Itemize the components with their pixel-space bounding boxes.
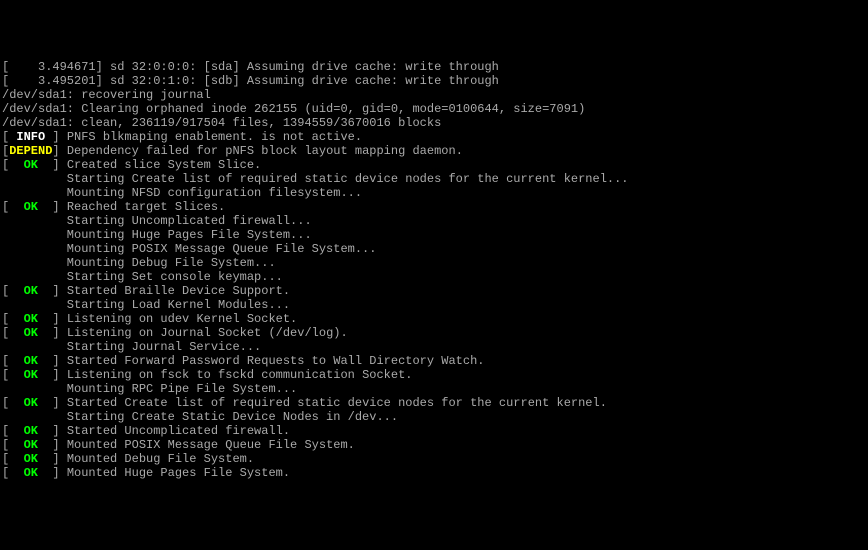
console-line: Starting Journal Service... (2, 340, 866, 354)
console-segment: Starting Create list of required static … (2, 172, 629, 186)
console-line: [ OK ] Created slice System Slice. (2, 158, 866, 172)
console-segment: [ (2, 158, 24, 172)
console-line: Starting Create list of required static … (2, 172, 866, 186)
console-segment: ] Started Uncomplicated firewall. (38, 424, 290, 438)
console-segment: DEPEND (9, 144, 52, 158)
console-segment: ] Reached target Slices. (38, 200, 225, 214)
console-segment: Starting Set console keymap... (2, 270, 283, 284)
console-line: [ OK ] Started Braille Device Support. (2, 284, 866, 298)
console-line: Mounting RPC Pipe File System... (2, 382, 866, 396)
console-segment: ] PNFS blkmaping enablement. is not acti… (45, 130, 362, 144)
console-segment: [ (2, 354, 24, 368)
console-line: [ 3.494671] sd 32:0:0:0: [sda] Assuming … (2, 60, 866, 74)
console-segment: OK (24, 466, 38, 480)
console-segment: /dev/sda1: recovering journal (2, 88, 211, 102)
console-segment: Mounting Huge Pages File System... (2, 228, 312, 242)
console-segment: Starting Journal Service... (2, 340, 261, 354)
console-line: [ OK ] Reached target Slices. (2, 200, 866, 214)
boot-console: [ 3.494671] sd 32:0:0:0: [sda] Assuming … (2, 60, 866, 480)
console-segment: Mounting POSIX Message Queue File System… (2, 242, 376, 256)
console-segment: ] Started Create list of required static… (38, 396, 607, 410)
console-line: [ OK ] Listening on fsck to fsckd commun… (2, 368, 866, 382)
console-segment: Mounting RPC Pipe File System... (2, 382, 297, 396)
console-line: [ OK ] Started Forward Password Requests… (2, 354, 866, 368)
console-segment: [ (2, 284, 24, 298)
console-line: Starting Create Static Device Nodes in /… (2, 410, 866, 424)
console-segment: OK (24, 368, 38, 382)
console-segment: ] Started Forward Password Requests to W… (38, 354, 484, 368)
console-segment: [ 3.494671] sd 32:0:0:0: [sda] Assuming … (2, 60, 499, 74)
console-segment: ] Mounted POSIX Message Queue File Syste… (38, 438, 355, 452)
console-segment: ] Listening on Journal Socket (/dev/log)… (38, 326, 348, 340)
console-segment: [ (2, 452, 24, 466)
console-line: [ OK ] Mounted Debug File System. (2, 452, 866, 466)
console-line: /dev/sda1: clean, 236119/917504 files, 1… (2, 116, 866, 130)
console-segment: OK (24, 424, 38, 438)
console-line: Mounting NFSD configuration filesystem..… (2, 186, 866, 200)
console-segment: OK (24, 326, 38, 340)
console-line: [ OK ] Started Create list of required s… (2, 396, 866, 410)
console-segment: Mounting NFSD configuration filesystem..… (2, 186, 362, 200)
console-line: Starting Load Kernel Modules... (2, 298, 866, 312)
console-segment: ] Started Braille Device Support. (38, 284, 290, 298)
console-segment: [ (2, 466, 24, 480)
console-line: [DEPEND] Dependency failed for pNFS bloc… (2, 144, 866, 158)
console-line: [ OK ] Started Uncomplicated firewall. (2, 424, 866, 438)
console-segment: /dev/sda1: Clearing orphaned inode 26215… (2, 102, 585, 116)
console-line: /dev/sda1: Clearing orphaned inode 26215… (2, 102, 866, 116)
console-line: Starting Set console keymap... (2, 270, 866, 284)
console-segment: [ (2, 368, 24, 382)
console-segment: [ (2, 396, 24, 410)
console-segment: OK (24, 284, 38, 298)
console-segment: OK (24, 438, 38, 452)
console-segment: ] Dependency failed for pNFS block layou… (52, 144, 462, 158)
console-segment: Mounting Debug File System... (2, 256, 276, 270)
console-segment: ] Mounted Huge Pages File System. (38, 466, 290, 480)
console-line: [ OK ] Listening on udev Kernel Socket. (2, 312, 866, 326)
console-segment: ] Listening on fsck to fsckd communicati… (38, 368, 412, 382)
console-line: Mounting Huge Pages File System... (2, 228, 866, 242)
console-segment: ] Mounted Debug File System. (38, 452, 254, 466)
console-line: [ INFO ] PNFS blkmaping enablement. is n… (2, 130, 866, 144)
console-segment: [ (2, 438, 24, 452)
console-line: /dev/sda1: recovering journal (2, 88, 866, 102)
console-segment: ] Listening on udev Kernel Socket. (38, 312, 297, 326)
console-segment: Starting Create Static Device Nodes in /… (2, 410, 398, 424)
console-segment: OK (24, 396, 38, 410)
console-segment: [ (2, 424, 24, 438)
console-segment: Starting Uncomplicated firewall... (2, 214, 312, 228)
console-segment: Starting Load Kernel Modules... (2, 298, 290, 312)
console-line: [ OK ] Mounted POSIX Message Queue File … (2, 438, 866, 452)
console-segment: OK (24, 200, 38, 214)
console-segment: [ (2, 200, 24, 214)
console-segment: ] Created slice System Slice. (38, 158, 261, 172)
console-line: Mounting POSIX Message Queue File System… (2, 242, 866, 256)
console-segment: /dev/sda1: clean, 236119/917504 files, 1… (2, 116, 441, 130)
console-line: [ 3.495201] sd 32:0:1:0: [sdb] Assuming … (2, 74, 866, 88)
console-line: [ OK ] Mounted Huge Pages File System. (2, 466, 866, 480)
console-segment: [ (2, 326, 24, 340)
console-line: Starting Uncomplicated firewall... (2, 214, 866, 228)
console-segment: OK (24, 158, 38, 172)
console-segment: [ (2, 130, 16, 144)
console-segment: [ 3.495201] sd 32:0:1:0: [sdb] Assuming … (2, 74, 499, 88)
console-segment: INFO (16, 130, 45, 144)
console-line: [ OK ] Listening on Journal Socket (/dev… (2, 326, 866, 340)
console-line: Mounting Debug File System... (2, 256, 866, 270)
console-segment: [ (2, 312, 24, 326)
console-segment: OK (24, 354, 38, 368)
console-segment: OK (24, 452, 38, 466)
console-segment: OK (24, 312, 38, 326)
